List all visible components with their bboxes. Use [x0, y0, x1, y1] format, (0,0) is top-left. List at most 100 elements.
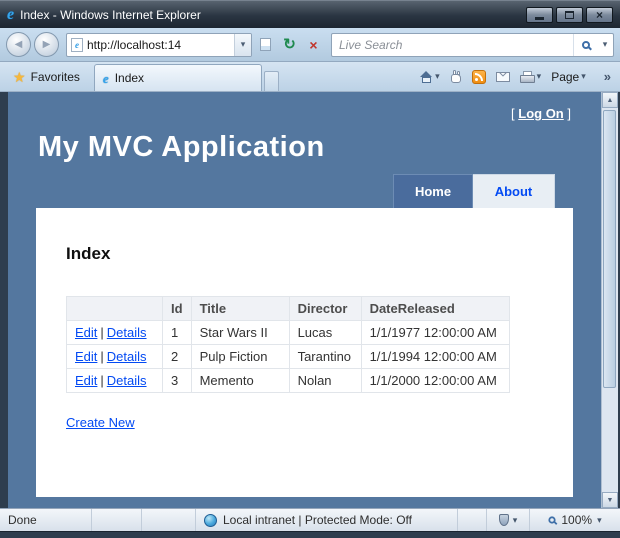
menu-tab-home[interactable]: Home [393, 174, 473, 208]
header-actions [67, 297, 163, 321]
chevron-down-icon: ▾ [241, 39, 246, 50]
star-icon: ★ [13, 70, 26, 84]
security-report-button[interactable]: ▾ [486, 509, 530, 531]
cell-director: Tarantino [289, 345, 361, 369]
page-viewport: [ Log On ] My MVC Application Home About… [0, 92, 620, 508]
main-content: Index Id Title Director DateReleased [36, 208, 573, 497]
address-bar: e ▾ [66, 33, 252, 57]
back-icon: ◀ [15, 39, 23, 50]
edit-link[interactable]: Edit [75, 349, 97, 364]
home-button[interactable]: ▾ [420, 71, 440, 83]
cell-title: Pulp Fiction [191, 345, 289, 369]
minimize-icon [535, 17, 544, 20]
row-actions: Edit| Details [67, 321, 163, 345]
maximize-button[interactable] [556, 7, 583, 23]
toolbar-overflow-button[interactable]: » [604, 69, 611, 84]
table-header-row: Id Title Director DateReleased [67, 297, 510, 321]
details-link[interactable]: Details [107, 373, 147, 388]
favorites-button[interactable]: ★ Favorites [5, 65, 88, 89]
navigation-bar: ◀ ▶ e ▾ ↻ × ▾ [0, 28, 620, 62]
page-title: Index [66, 244, 543, 264]
search-options-dropdown[interactable]: ▾ [597, 34, 613, 56]
browser-window: e Index - Windows Internet Explorer × ◀ … [0, 0, 620, 538]
page-menu-button[interactable]: Page ▾ [551, 70, 586, 84]
mail-icon [496, 72, 510, 82]
cell-id: 2 [163, 345, 192, 369]
ie-logo-icon: e [7, 7, 14, 23]
cell-id: 3 [163, 369, 192, 393]
globe-icon [204, 514, 217, 527]
menu-tab-about[interactable]: About [473, 174, 555, 208]
pan-hand-button[interactable] [450, 70, 462, 83]
address-input[interactable] [87, 38, 234, 52]
close-icon: × [596, 9, 603, 21]
compatibility-view-button[interactable] [255, 33, 276, 56]
status-message: Done [0, 509, 92, 531]
table-row: Edit|Details 1 Star Wars II Lucas 1/1/19… [67, 321, 510, 345]
print-button[interactable]: ▾ [520, 71, 542, 83]
status-bar: Done Local intranet | Protected Mode: Of… [0, 508, 620, 531]
main-menu: Home About [36, 174, 555, 208]
search-input[interactable] [332, 38, 573, 52]
cell-datereleased: 1/1/1994 12:00:00 AM [361, 345, 509, 369]
page-menu-label: Page [551, 70, 579, 84]
scroll-thumb[interactable] [603, 110, 616, 388]
window-frame-bottom [0, 531, 620, 538]
stop-button[interactable]: × [303, 33, 324, 56]
table-row: Edit| Details 2 Pulp Fiction Tarantino 1/… [67, 345, 510, 369]
row-actions: Edit|Details [67, 369, 163, 393]
cell-title: Star Wars II [191, 321, 289, 345]
stop-icon: × [309, 38, 317, 52]
movies-table: Id Title Director DateReleased Edit|Deta… [66, 296, 510, 393]
command-bar: ▾ ▾ Page ▾ » [420, 69, 615, 84]
shield-icon [499, 514, 509, 526]
edit-link[interactable]: Edit [75, 325, 97, 340]
compatibility-view-icon [260, 38, 271, 51]
minimize-button[interactable] [526, 7, 553, 23]
zoom-control[interactable]: 100% ▾ [530, 509, 620, 531]
forward-button[interactable]: ▶ [34, 32, 59, 57]
edit-link[interactable]: Edit [75, 373, 97, 388]
refresh-button[interactable]: ↻ [279, 33, 300, 56]
action-separator: | [100, 349, 103, 364]
scroll-down-button[interactable]: ▼ [602, 492, 618, 508]
vertical-scrollbar[interactable]: ▲ ▼ [601, 92, 618, 508]
header-datereleased: DateReleased [361, 297, 509, 321]
back-button[interactable]: ◀ [6, 32, 31, 57]
header-id: Id [163, 297, 192, 321]
search-icon [582, 41, 590, 49]
feeds-button[interactable] [472, 70, 486, 84]
login-display: [ Log On ] [8, 106, 571, 121]
forward-icon: ▶ [43, 39, 51, 50]
tab-index[interactable]: e Index [94, 64, 262, 91]
address-history-dropdown[interactable]: ▾ [234, 34, 251, 56]
details-link[interactable]: Details [107, 349, 147, 364]
search-button[interactable] [573, 34, 597, 56]
maximize-icon [565, 11, 574, 19]
rss-icon [472, 70, 486, 84]
chevron-down-icon: ▾ [597, 516, 602, 525]
chevron-down-icon: ▾ [435, 72, 440, 81]
ie-logo-icon: e [103, 72, 109, 85]
table-row: Edit|Details 3 Memento Nolan 1/1/2000 12… [67, 369, 510, 393]
chevron-down-icon: ▾ [603, 39, 608, 50]
action-separator: | [100, 325, 103, 340]
header-title: Title [191, 297, 289, 321]
zoom-icon [549, 516, 556, 523]
new-tab-button[interactable] [264, 71, 279, 91]
cell-director: Nolan [289, 369, 361, 393]
cell-director: Lucas [289, 321, 361, 345]
details-link[interactable]: Details [107, 325, 147, 340]
scroll-track[interactable] [602, 108, 618, 492]
favorites-tab-bar: ★ Favorites e Index ▾ ▾ [0, 62, 620, 92]
status-segment [92, 509, 142, 531]
favorites-label: Favorites [31, 70, 80, 84]
create-new-link[interactable]: Create New [66, 415, 135, 430]
logon-link[interactable]: Log On [518, 106, 564, 121]
close-button[interactable]: × [586, 7, 613, 23]
home-icon [420, 71, 433, 83]
read-mail-button[interactable] [496, 72, 510, 82]
scroll-up-button[interactable]: ▲ [602, 92, 618, 108]
scroll-down-icon: ▼ [607, 497, 614, 504]
status-segment [142, 509, 196, 531]
